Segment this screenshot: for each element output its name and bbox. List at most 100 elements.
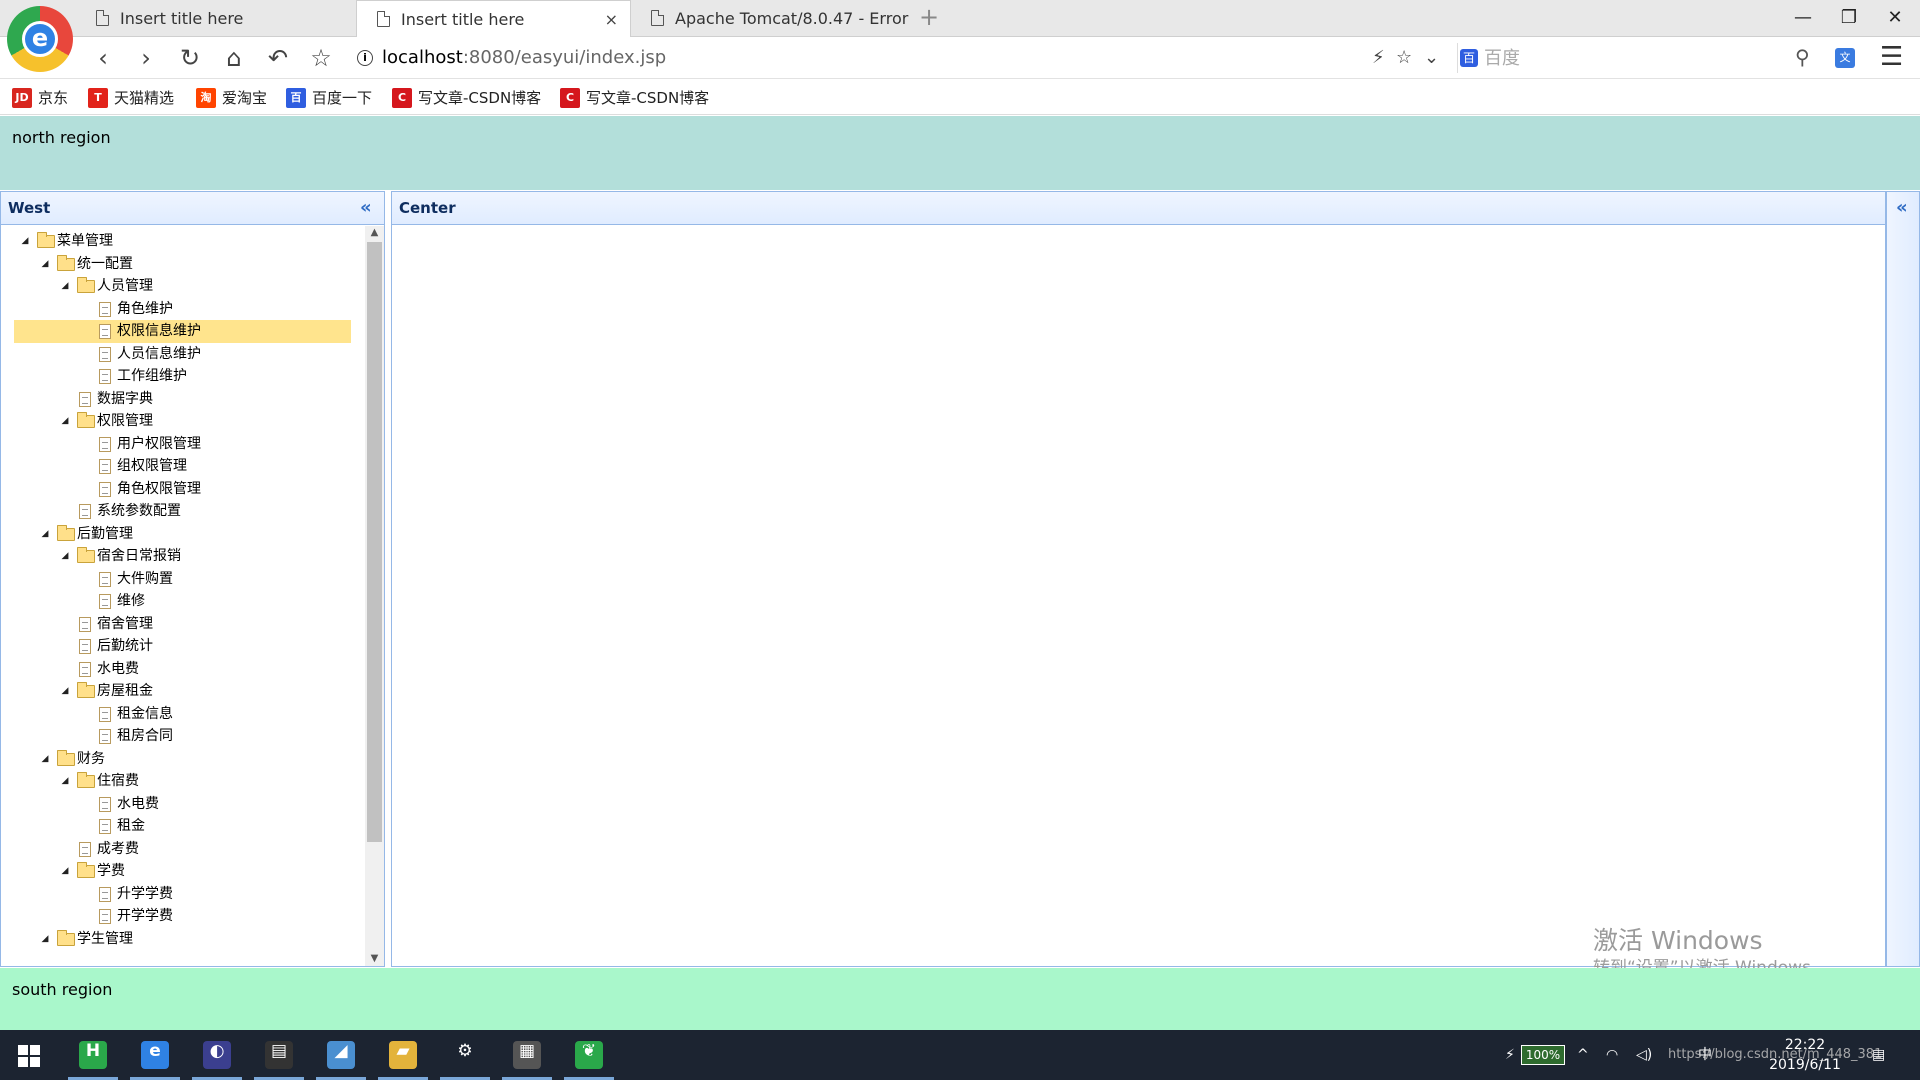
site-info-icon[interactable]: i	[357, 50, 373, 66]
start-button[interactable]	[18, 1045, 40, 1067]
tree-leaf-node[interactable]: 租房合同	[1, 725, 363, 748]
tree-expand-icon[interactable]: ◢	[37, 928, 53, 951]
close-window-button[interactable]: ✕	[1880, 4, 1910, 32]
bookmark-csdn-2[interactable]: C 写文章-CSDN博客	[560, 87, 709, 109]
tree-leaf-node[interactable]: 工作组维护	[1, 365, 363, 388]
taskbar-app-button[interactable]: H	[64, 1030, 122, 1080]
translate-icon[interactable]: 文	[1835, 48, 1855, 68]
search-input[interactable]	[1484, 46, 1764, 70]
wifi-icon[interactable]: ◠	[1606, 1030, 1618, 1080]
taskbar-app-button[interactable]: ❦	[560, 1030, 618, 1080]
tree-leaf-node[interactable]: 维修	[1, 590, 363, 613]
favorite-star-icon[interactable]: ☆	[1396, 43, 1412, 73]
tree-leaf-node[interactable]: 数据字典	[1, 388, 363, 411]
tree-leaf-node[interactable]: 系统参数配置	[1, 500, 363, 523]
tab-1[interactable]: Insert title here	[76, 0, 356, 37]
collapse-west-icon[interactable]: «	[360, 197, 372, 218]
watermark-title: 激活 Windows	[1593, 926, 1763, 955]
clock[interactable]: 22:22 2019/6/11	[1765, 1035, 1845, 1075]
tab-3[interactable]: Apache Tomcat/8.0.47 - Error re	[631, 0, 911, 37]
scroll-thumb[interactable]	[367, 242, 382, 842]
taskbar-app-button[interactable]: ▦	[498, 1030, 556, 1080]
tree-leaf-node[interactable]: 权限信息维护	[14, 320, 351, 343]
tree-folder-node[interactable]: ◢ 财务	[1, 748, 363, 771]
tree-leaf-node[interactable]: 人员信息维护	[1, 343, 363, 366]
taskbar-app-button[interactable]: ⚙	[436, 1030, 494, 1080]
tree-leaf-node[interactable]: 角色权限管理	[1, 478, 363, 501]
scroll-down-icon[interactable]: ▼	[365, 952, 384, 966]
taskbar-app-button[interactable]: ▤	[250, 1030, 308, 1080]
tree-folder-node[interactable]: ◢ 房屋租金	[1, 680, 363, 703]
back-button[interactable]: ‹	[87, 42, 119, 74]
battery-indicator[interactable]: 100%	[1521, 1045, 1565, 1065]
forward-button[interactable]: ›	[130, 42, 162, 74]
tree-folder-node[interactable]: ◢ 统一配置	[1, 253, 363, 276]
tree-expand-icon[interactable]: ◢	[37, 523, 53, 546]
menu-tree: ◢ 菜单管理 ◢ 统一配置 ◢ 人员管理 角色维护 权限信息维护 人员信息维护 工作组维护 数据字典…	[1, 226, 363, 966]
expand-east-icon[interactable]: «	[1896, 197, 1908, 218]
taskbar-app-button[interactable]: ◐	[188, 1030, 246, 1080]
tree-expand-icon[interactable]: ◢	[57, 410, 73, 433]
tree-expand-icon[interactable]: ◢	[57, 275, 73, 298]
notification-icon[interactable]: ▤	[1872, 1030, 1885, 1080]
restore-button[interactable]: ❐	[1834, 4, 1864, 32]
undo-close-button[interactable]: ↶	[262, 42, 294, 74]
tree-folder-node[interactable]: ◢ 学生管理	[1, 928, 363, 951]
tree-leaf-node[interactable]: 后勤统计	[1, 635, 363, 658]
bookmark-star-button[interactable]: ☆	[305, 42, 337, 74]
chevron-down-icon[interactable]: ⌄	[1424, 43, 1439, 73]
tree-folder-node[interactable]: ◢ 后勤管理	[1, 523, 363, 546]
reload-button[interactable]: ↻	[174, 42, 206, 74]
taskbar-app-button[interactable]: ◢	[312, 1030, 370, 1080]
bookmark-csdn-1[interactable]: C 写文章-CSDN博客	[392, 87, 541, 109]
tree-folder-node[interactable]: ◢ 权限管理	[1, 410, 363, 433]
tree-leaf-node[interactable]: 宿舍管理	[1, 613, 363, 636]
power-icon[interactable]: ⚡	[1505, 1030, 1515, 1080]
new-tab-button[interactable]: +	[919, 3, 939, 31]
chevron-up-icon[interactable]: ^	[1577, 1030, 1589, 1080]
tree-folder-node[interactable]: ◢ 菜单管理	[1, 230, 363, 253]
address-bar[interactable]: localhost:8080/easyui/index.jsp	[382, 46, 666, 70]
tab-2-active[interactable]: Insert title here ×	[356, 0, 631, 38]
menu-icon[interactable]: ☰	[1880, 42, 1903, 72]
tree-leaf-node[interactable]: 租金	[1, 815, 363, 838]
tree-expand-icon[interactable]: ◢	[57, 545, 73, 568]
tree-leaf-node[interactable]: 用户权限管理	[1, 433, 363, 456]
east-collapsed-panel[interactable]: «	[1886, 191, 1920, 967]
bookmark-aitaobao[interactable]: 淘 爱淘宝	[196, 87, 267, 109]
tree-leaf-node[interactable]: 成考费	[1, 838, 363, 861]
tree-expand-icon[interactable]: ◢	[57, 680, 73, 703]
tree-folder-node[interactable]: ◢ 学费	[1, 860, 363, 883]
tree-expand-icon[interactable]: ◢	[57, 770, 73, 793]
taskbar-app-button[interactable]: ▰	[374, 1030, 432, 1080]
tree-leaf-node[interactable]: 组权限管理	[1, 455, 363, 478]
tree-expand-icon[interactable]: ◢	[37, 253, 53, 276]
tree-leaf-node[interactable]: 开学学费	[1, 905, 363, 928]
tree-leaf-node[interactable]: 大件购置	[1, 568, 363, 591]
taskbar-app-button[interactable]: e	[126, 1030, 184, 1080]
tree-leaf-node[interactable]: 角色维护	[1, 298, 363, 321]
tree-expand-icon[interactable]: ◢	[37, 748, 53, 771]
minimize-button[interactable]: —	[1788, 4, 1818, 32]
tree-expand-icon[interactable]: ◢	[57, 860, 73, 883]
tree-leaf-node[interactable]: 升学学费	[1, 883, 363, 906]
home-button[interactable]: ⌂	[218, 42, 250, 74]
bookmark-jd[interactable]: JD 京东	[12, 87, 68, 109]
tree-folder-node[interactable]: ◢ 宿舍日常报销	[1, 545, 363, 568]
tree-scrollbar[interactable]: ▲ ▼	[365, 226, 384, 966]
volume-icon[interactable]: ◁)	[1636, 1030, 1652, 1080]
tree-folder-node[interactable]: ◢ 人员管理	[1, 275, 363, 298]
scroll-up-icon[interactable]: ▲	[365, 226, 384, 240]
search-icon[interactable]: ⚲	[1795, 45, 1810, 69]
baidu-icon[interactable]: 百	[1460, 49, 1478, 67]
bookmark-tmall[interactable]: T 天猫精选	[88, 87, 174, 109]
bookmark-baidu[interactable]: 百 百度一下	[286, 87, 372, 109]
tree-folder-node[interactable]: ◢ 住宿费	[1, 770, 363, 793]
tree-leaf-node[interactable]: 水电费	[1, 658, 363, 681]
lightning-icon[interactable]: ⚡	[1372, 43, 1385, 73]
tree-expand-icon[interactable]: ◢	[17, 230, 33, 253]
bookmark-label: 写文章-CSDN博客	[418, 89, 542, 107]
tree-leaf-node[interactable]: 租金信息	[1, 703, 363, 726]
close-tab-icon[interactable]: ×	[605, 1, 618, 38]
tree-leaf-node[interactable]: 水电费	[1, 793, 363, 816]
